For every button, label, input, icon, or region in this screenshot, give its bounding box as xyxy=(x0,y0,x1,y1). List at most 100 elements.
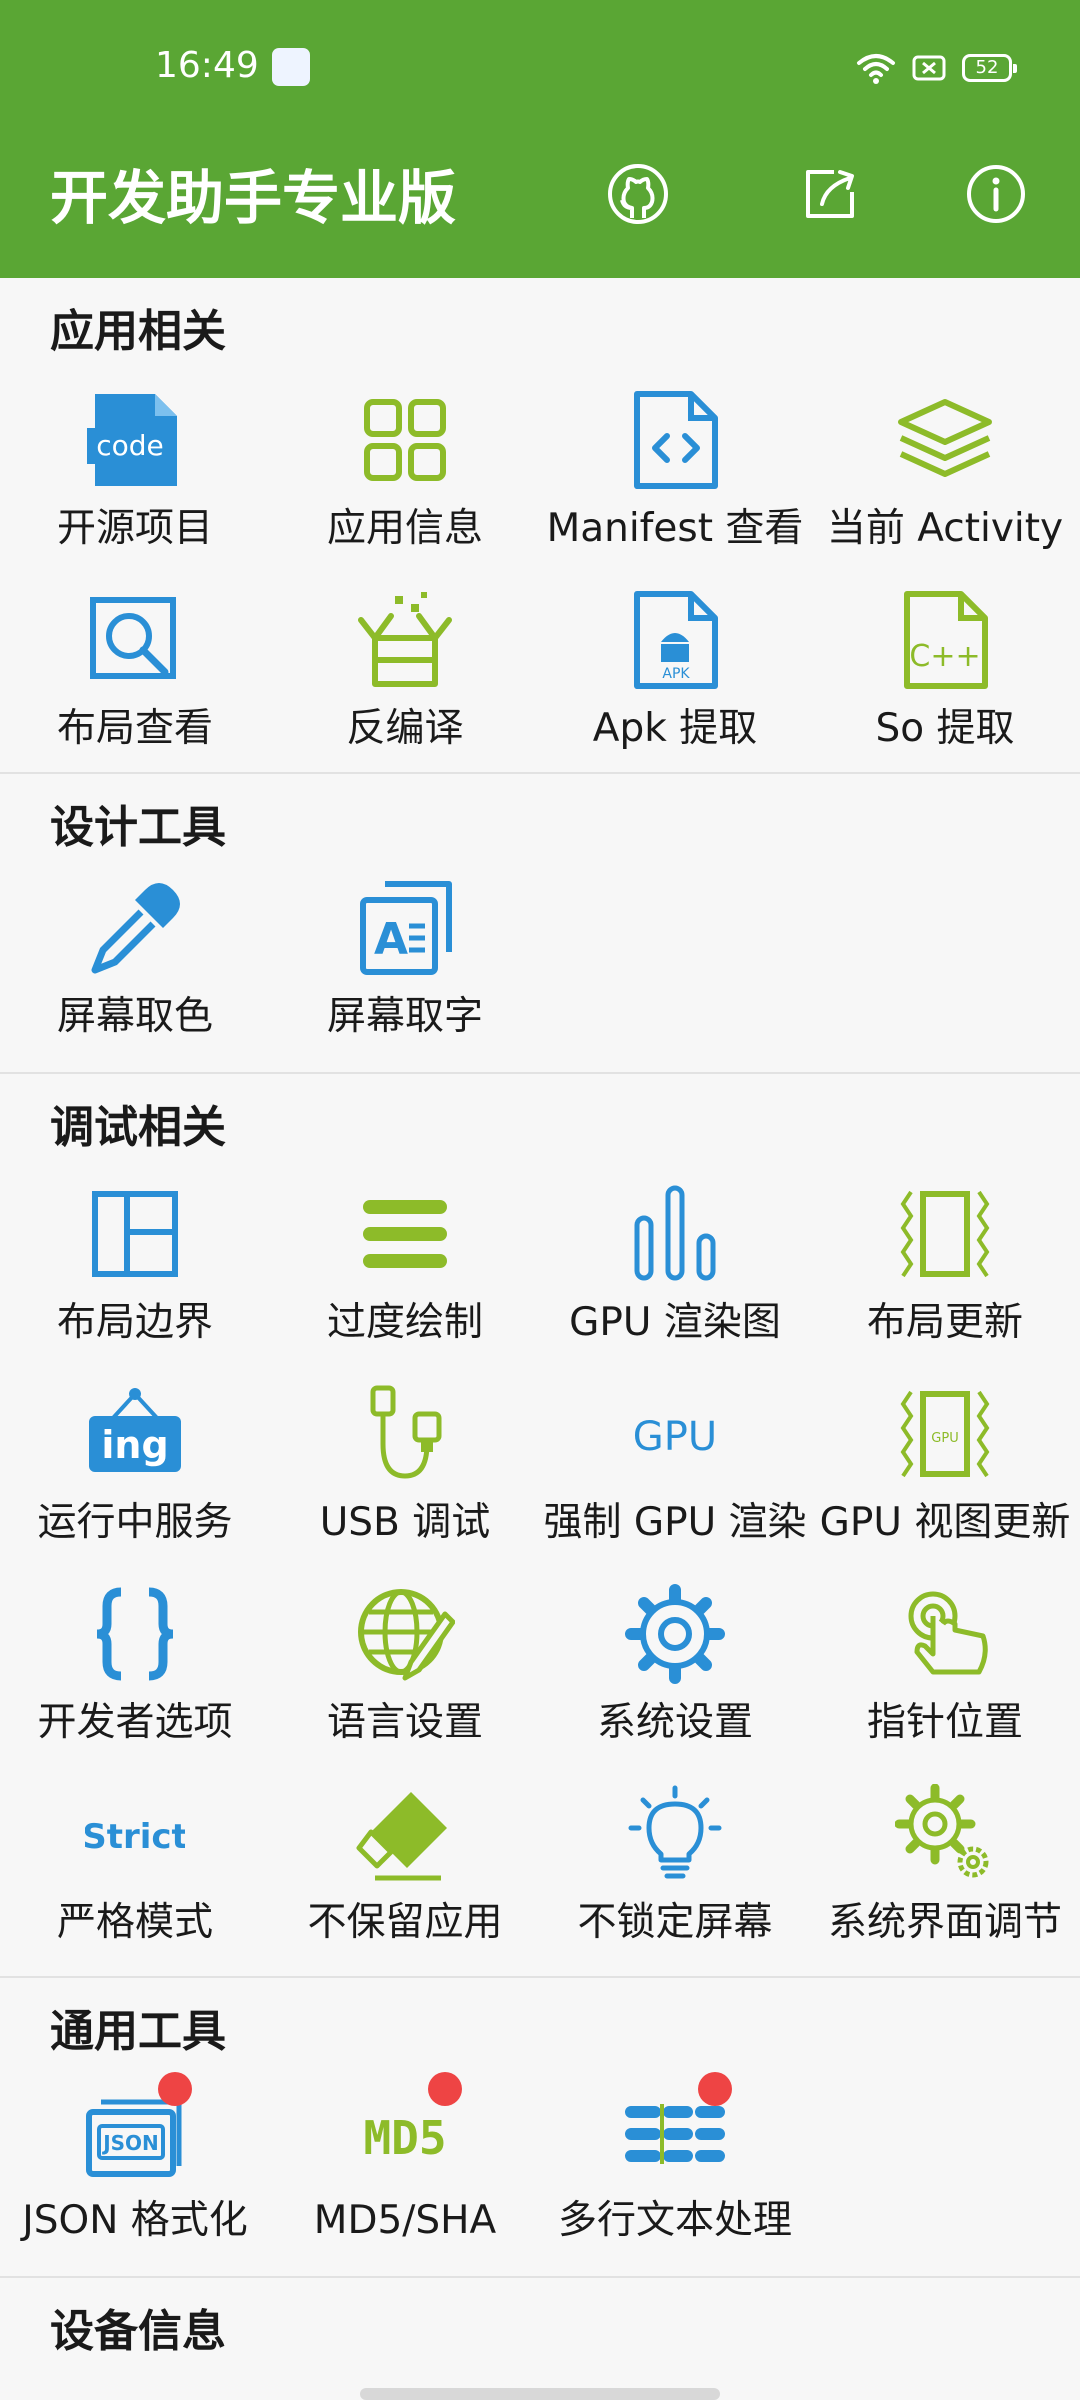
tile-text-picker[interactable]: A 屏幕取字 xyxy=(270,868,540,1068)
tile-layout-inspect[interactable]: 布局查看 xyxy=(0,580,270,780)
share-button[interactable] xyxy=(790,154,870,234)
notification-app-icon xyxy=(272,48,310,86)
gpu-vertical-text: GPU xyxy=(931,1431,958,1446)
tile-strict-mode[interactable]: Strict 严格模式 xyxy=(0,1774,270,1974)
tile-label: 屏幕取字 xyxy=(326,994,483,1039)
new-badge xyxy=(158,2072,192,2106)
tile-open-source[interactable]: code 开源项目 xyxy=(0,380,270,580)
github-button[interactable] xyxy=(598,154,678,234)
open-box-icon xyxy=(358,592,452,687)
tile-app-info[interactable]: 应用信息 xyxy=(270,380,540,580)
tile-label: MD5/SHA xyxy=(313,2198,497,2243)
code-file-icon: code xyxy=(87,394,177,486)
tile-multiline-text[interactable]: 多行文本处理 xyxy=(540,2072,810,2272)
tile-label: 当前 Activity xyxy=(826,506,1064,551)
tile-overdraw[interactable]: 过度绘制 xyxy=(270,1174,540,1374)
tile-label: 系统设置 xyxy=(596,1700,753,1745)
section-debug: 调试相关 布局边界 过度绘制 GPU 渲染图 布局更新 ing 运行中服务 US… xyxy=(0,1072,1080,1976)
scroll-indicator[interactable] xyxy=(360,2388,720,2400)
tile-json-format[interactable]: JSON JSON 格式化 xyxy=(0,2072,270,2272)
section-title: 应用相关 xyxy=(50,306,226,357)
section-app: 应用相关 code 开源项目 应用信息 Manifest 查看 当前 Activ… xyxy=(0,278,1080,772)
tile-label: 开发者选项 xyxy=(37,1700,233,1745)
tile-decompile[interactable]: 反编译 xyxy=(270,580,540,780)
tile-force-gpu[interactable]: GPU 强制 GPU 渲染 xyxy=(540,1374,810,1574)
tile-layout-updates[interactable]: 布局更新 xyxy=(810,1174,1080,1374)
tile-label: 严格模式 xyxy=(56,1900,213,1945)
eraser-icon xyxy=(356,1792,447,1881)
section-title: 调试相关 xyxy=(50,1102,226,1153)
magnifier-icon xyxy=(90,597,176,679)
cpp-file-icon: C++ xyxy=(904,591,988,689)
section-general: 通用工具 JSON JSON 格式化 MD5 MD5/SHA 多行文本处理 xyxy=(0,1976,1080,2276)
tile-pointer-location[interactable]: 指针位置 xyxy=(810,1574,1080,1774)
tile-system-settings[interactable]: 系统设置 xyxy=(540,1574,810,1774)
text-scan-icon: A xyxy=(360,881,452,975)
tile-label: 不锁定屏幕 xyxy=(577,1900,773,1945)
tile-label: 过度绘制 xyxy=(326,1300,483,1345)
tap-hand-icon xyxy=(908,1591,988,1675)
tile-label: 语言设置 xyxy=(326,1700,483,1745)
new-badge xyxy=(428,2072,462,2106)
status-time: 16:49 xyxy=(155,45,259,86)
tile-label: 系统界面调节 xyxy=(827,1900,1062,1945)
tile-label: 反编译 xyxy=(346,706,464,751)
tile-label: 强制 GPU 渲染 xyxy=(543,1500,807,1545)
tile-label: GPU 渲染图 xyxy=(569,1300,781,1345)
apk-file-icon: APK xyxy=(634,591,718,689)
tile-label: JSON 格式化 xyxy=(22,2198,248,2243)
usb-cable-icon xyxy=(370,1385,442,1479)
tile-running-services[interactable]: ing 运行中服务 xyxy=(0,1374,270,1574)
tile-system-ui-tuner[interactable]: 系统界面调节 xyxy=(810,1774,1080,1974)
vibrate-icon xyxy=(900,1190,990,1278)
tile-developer-options[interactable]: 开发者选项 xyxy=(0,1574,270,1774)
app-bar: 开发助手专业版 xyxy=(0,110,1080,278)
gear-icon xyxy=(625,1584,725,1684)
section-design: 设计工具 屏幕取色 A 屏幕取字 xyxy=(0,772,1080,1072)
tile-stay-awake[interactable]: 不锁定屏幕 xyxy=(540,1774,810,1974)
tile-label: USB 调试 xyxy=(319,1500,491,1545)
tile-layout-bounds[interactable]: 布局边界 xyxy=(0,1174,270,1374)
tile-label: 指针位置 xyxy=(866,1700,1023,1745)
tile-dont-keep-activities[interactable]: 不保留应用 xyxy=(270,1774,540,1974)
github-icon xyxy=(608,164,668,224)
tile-manifest[interactable]: Manifest 查看 xyxy=(540,380,810,580)
info-icon xyxy=(967,165,1025,223)
tile-label: Manifest 查看 xyxy=(546,506,804,551)
tile-apk-extract[interactable]: APK Apk 提取 xyxy=(540,580,810,780)
tile-gpu-profile[interactable]: GPU 渲染图 xyxy=(540,1174,810,1374)
cpp-icon-text: C++ xyxy=(909,639,980,674)
tile-gpu-view-updates[interactable]: GPU GPU 视图更新 xyxy=(810,1374,1080,1574)
json-icon-text: JSON xyxy=(101,2131,159,2155)
tile-language-settings[interactable]: 语言设置 xyxy=(270,1574,540,1774)
gears-icon xyxy=(895,1784,989,1878)
tile-current-activity[interactable]: 当前 Activity xyxy=(810,380,1080,580)
tile-label: 布局更新 xyxy=(866,1300,1023,1345)
layers-icon xyxy=(898,399,992,477)
app-title: 开发助手专业版 xyxy=(50,164,457,232)
tile-label: So 提取 xyxy=(875,706,1015,751)
gpu-text-icon: GPU xyxy=(633,1414,717,1460)
braces-icon xyxy=(96,1587,174,1681)
tile-label: Apk 提取 xyxy=(592,706,758,751)
about-button[interactable] xyxy=(956,154,1036,234)
tile-label: GPU 视图更新 xyxy=(819,1500,1071,1545)
share-icon xyxy=(806,170,854,218)
battery-indicator: 52 xyxy=(962,54,1017,82)
wifi-icon xyxy=(857,54,895,84)
ing-icon-text: ing xyxy=(101,1423,168,1467)
status-indicators: 52 xyxy=(856,50,1017,86)
code-icon-text: code xyxy=(96,429,164,462)
tile-label: 布局查看 xyxy=(56,706,213,751)
tile-so-extract[interactable]: C++ So 提取 xyxy=(810,580,1080,780)
lightbulb-icon xyxy=(628,1785,722,1879)
gpu-vibrate-icon: GPU xyxy=(900,1390,990,1478)
tile-label: 多行文本处理 xyxy=(557,2198,792,2243)
eyedropper-icon xyxy=(91,883,180,974)
md5-icon-text: MD5 xyxy=(363,2111,446,2165)
tile-color-picker[interactable]: 屏幕取色 xyxy=(0,868,270,1068)
strict-icon-text: Strict xyxy=(85,1817,185,1857)
tile-md5-sha[interactable]: MD5 MD5/SHA xyxy=(270,2072,540,2272)
svg-text:A: A xyxy=(374,914,408,965)
tile-usb-debug[interactable]: USB 调试 xyxy=(270,1374,540,1574)
